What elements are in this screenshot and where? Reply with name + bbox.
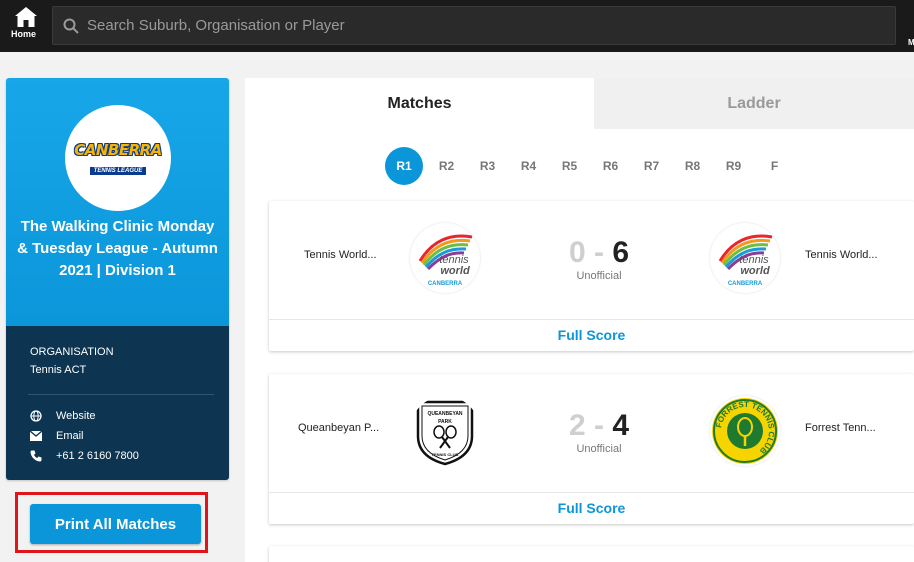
competition-logo: CANBERRA TENNIS LEAGUE	[65, 105, 171, 211]
logo-sub-text: TENNIS LEAGUE	[89, 167, 147, 175]
main-panel: Matches Ladder R1 R2 R3 R4 R5 R6 R7 R8 R…	[245, 78, 914, 562]
organisation-name: Tennis ACT	[30, 364, 87, 376]
svg-text:CANBERRA: CANBERRA	[728, 281, 763, 287]
round-r7[interactable]: R7	[631, 147, 672, 185]
website-link[interactable]: Website	[30, 406, 139, 426]
round-r4[interactable]: R4	[508, 147, 549, 185]
match-score: 0 - 6 Unofficial	[549, 236, 649, 283]
competition-info-card: CANBERRA TENNIS LEAGUE The Walking Clini…	[6, 78, 229, 480]
print-all-matches-button[interactable]: Print All Matches	[30, 504, 201, 544]
round-r2[interactable]: R2	[426, 147, 467, 185]
away-team-name[interactable]: Tennis World...	[805, 249, 878, 261]
svg-text:world: world	[440, 265, 470, 277]
round-r9[interactable]: R9	[713, 147, 754, 185]
round-selector: R1 R2 R3 R4 R5 R6 R7 R8 R9 F	[385, 147, 795, 185]
svg-text:QUEANBEYAN: QUEANBEYAN	[427, 411, 462, 417]
home-score: 2	[568, 409, 586, 442]
match-card[interactable]: Queanbeyan P... QUEANBEYAN PARK TENNIS C…	[269, 374, 914, 524]
match-status: Unofficial	[576, 270, 622, 282]
queanbeyan-park-tennis-club-logo: QUEANBEYAN PARK TENNIS CLUB	[410, 396, 480, 466]
organisation-panel: ORGANISATION Tennis ACT Website Email +6…	[6, 326, 229, 480]
top-nav-bar: Home M	[0, 0, 914, 52]
svg-text:PARK: PARK	[438, 419, 452, 425]
round-r5[interactable]: R5	[549, 147, 590, 185]
home-button[interactable]: Home	[6, 4, 46, 48]
divider	[28, 394, 214, 395]
round-r3[interactable]: R3	[467, 147, 508, 185]
search-input[interactable]	[87, 7, 887, 44]
round-final[interactable]: F	[754, 147, 795, 185]
email-label: Email	[56, 430, 84, 442]
tab-matches[interactable]: Matches	[245, 78, 594, 129]
round-r1[interactable]: R1	[385, 147, 423, 185]
forrest-tennis-club-logo: FORREST TENNIS CLUB	[710, 396, 780, 466]
svg-text:TENNIS CLUB: TENNIS CLUB	[432, 452, 459, 457]
away-score: 4	[612, 409, 630, 442]
tab-ladder[interactable]: Ladder	[594, 78, 914, 129]
round-r8[interactable]: R8	[672, 147, 713, 185]
search-box[interactable]	[52, 6, 896, 45]
home-label: Home	[11, 29, 37, 39]
home-team-name[interactable]: Queanbeyan P...	[298, 422, 379, 434]
home-team-name[interactable]: Tennis World...	[304, 249, 377, 261]
round-r6[interactable]: R6	[590, 147, 631, 185]
home-icon	[15, 7, 37, 27]
home-score: 0	[568, 236, 586, 269]
svg-text:world: world	[740, 265, 770, 277]
score-separator: -	[594, 409, 604, 442]
logo-main-text: CANBERRA	[74, 141, 162, 159]
full-score-link[interactable]: Full Score	[269, 319, 914, 351]
phone-label: +61 2 6160 7800	[56, 450, 139, 462]
nav-item-clipped[interactable]: M	[908, 38, 914, 47]
phone-icon	[30, 450, 42, 462]
tennis-world-canberra-logo: tennis world CANBERRA	[710, 223, 780, 293]
website-label: Website	[56, 410, 96, 422]
match-score: 2 - 4 Unofficial	[549, 409, 649, 456]
away-team-name[interactable]: Forrest Tenn...	[805, 422, 876, 434]
match-card[interactable]	[269, 546, 914, 562]
envelope-icon	[30, 431, 42, 441]
score-separator: -	[594, 236, 604, 269]
globe-icon	[30, 410, 42, 422]
competition-header: CANBERRA TENNIS LEAGUE The Walking Clini…	[6, 78, 229, 326]
match-card[interactable]: Tennis World... tennis world CANBERRA 0 …	[269, 201, 914, 351]
email-link[interactable]: Email	[30, 426, 139, 446]
svg-text:CANBERRA: CANBERRA	[428, 281, 463, 287]
search-icon	[63, 18, 79, 34]
phone-link[interactable]: +61 2 6160 7800	[30, 446, 139, 466]
match-status: Unofficial	[576, 443, 622, 455]
competition-name: The Walking Clinic Monday & Tuesday Leag…	[17, 218, 218, 279]
away-score: 6	[612, 236, 630, 269]
tennis-world-canberra-logo: tennis world CANBERRA	[410, 223, 480, 293]
full-score-link[interactable]: Full Score	[269, 492, 914, 524]
organisation-heading: ORGANISATION	[30, 346, 114, 358]
